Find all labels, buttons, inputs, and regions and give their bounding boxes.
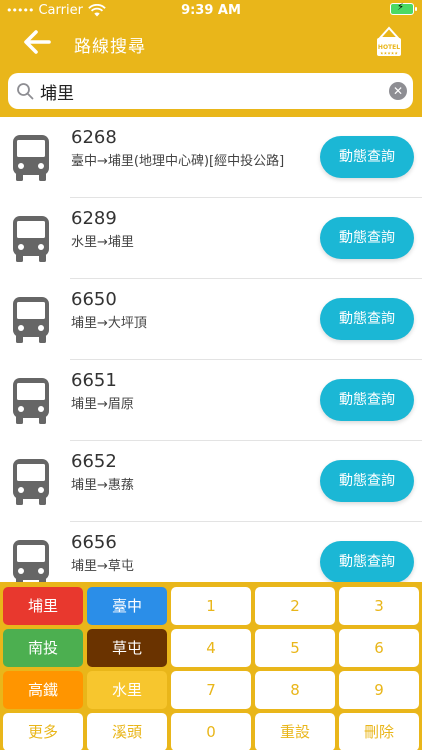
shortcut-keypad: 埔里 臺中 1 2 3 南投 草屯 4 5 6 高鐵 水里 7 8 9 更多 溪… [0,582,422,750]
key-8[interactable]: 8 [255,671,335,709]
route-description: 埔里→惠蓀 [71,478,134,493]
key-7[interactable]: 7 [171,671,251,709]
bus-icon [13,216,49,262]
key-caotun[interactable]: 草屯 [87,629,167,667]
clock: 9:39 AM [181,3,241,18]
back-arrow-icon[interactable] [22,28,52,56]
key-4[interactable]: 4 [171,629,251,667]
route-number: 6289 [71,208,117,229]
dynamic-query-button[interactable]: 動態查詢 [320,136,414,178]
dynamic-query-button[interactable]: 動態查詢 [320,217,414,259]
svg-text:★★★★★: ★★★★★ [380,51,398,56]
route-number: 6651 [71,370,117,391]
key-1[interactable]: 1 [171,587,251,625]
dynamic-query-button[interactable]: 動態查詢 [320,379,414,421]
key-5[interactable]: 5 [255,629,335,667]
list-item[interactable]: 6656 埔里→草屯 動態查詢 [0,522,422,584]
key-9[interactable]: 9 [339,671,419,709]
search-bar: ✕ [8,73,413,109]
key-taichung[interactable]: 臺中 [87,587,167,625]
list-item[interactable]: 6651 埔里→眉原 動態查詢 [0,360,422,441]
route-description: 埔里→眉原 [71,397,134,412]
dynamic-query-button[interactable]: 動態查詢 [320,541,414,583]
key-xitou[interactable]: 溪頭 [87,713,167,750]
bus-icon [13,135,49,181]
key-more[interactable]: 更多 [3,713,83,750]
top-bar: ••••• Carrier 9:39 AM ⚡ 路線搜尋 HOTEL ★★★★★… [0,0,422,117]
status-bar: ••••• Carrier 9:39 AM ⚡ [0,0,422,22]
page-title: 路線搜尋 [74,37,146,57]
reset-button[interactable]: 重設 [255,713,335,750]
key-0[interactable]: 0 [171,713,251,750]
dynamic-query-button[interactable]: 動態查詢 [320,298,414,340]
bus-icon [13,297,49,343]
route-number: 6656 [71,532,117,553]
dynamic-query-button[interactable]: 動態查詢 [320,460,414,502]
key-puli[interactable]: 埔里 [3,587,83,625]
search-icon [17,83,34,100]
battery-icon: ⚡ [390,2,417,15]
route-number: 6268 [71,127,117,148]
list-item[interactable]: 6650 埔里→大坪頂 動態查詢 [0,279,422,360]
key-2[interactable]: 2 [255,587,335,625]
bus-icon [13,378,49,424]
list-item[interactable]: 6289 水里→埔里 動態查詢 [0,198,422,279]
key-nantou[interactable]: 南投 [3,629,83,667]
key-3[interactable]: 3 [339,587,419,625]
bus-icon [13,459,49,505]
route-description: 水里→埔里 [71,235,134,250]
route-description: 埔里→草屯 [71,559,134,574]
key-shuili[interactable]: 水里 [87,671,167,709]
list-item[interactable]: 6652 埔里→惠蓀 動態查詢 [0,441,422,522]
bus-icon [13,540,49,584]
route-description: 臺中→埔里(地理中心碑)[經中投公路] [71,154,285,169]
list-item[interactable]: 6268 臺中→埔里(地理中心碑)[經中投公路] 動態查詢 [0,117,422,198]
hotel-icon[interactable]: HOTEL ★★★★★ [374,26,404,58]
route-description: 埔里→大坪頂 [71,316,147,331]
delete-button[interactable]: 刪除 [339,713,419,750]
search-input[interactable] [40,77,380,105]
route-list[interactable]: 6268 臺中→埔里(地理中心碑)[經中投公路] 動態查詢 6289 水里→埔里… [0,117,422,584]
route-number: 6652 [71,451,117,472]
key-hsr[interactable]: 高鐵 [3,671,83,709]
route-number: 6650 [71,289,117,310]
clear-search-icon[interactable]: ✕ [389,82,407,100]
key-6[interactable]: 6 [339,629,419,667]
